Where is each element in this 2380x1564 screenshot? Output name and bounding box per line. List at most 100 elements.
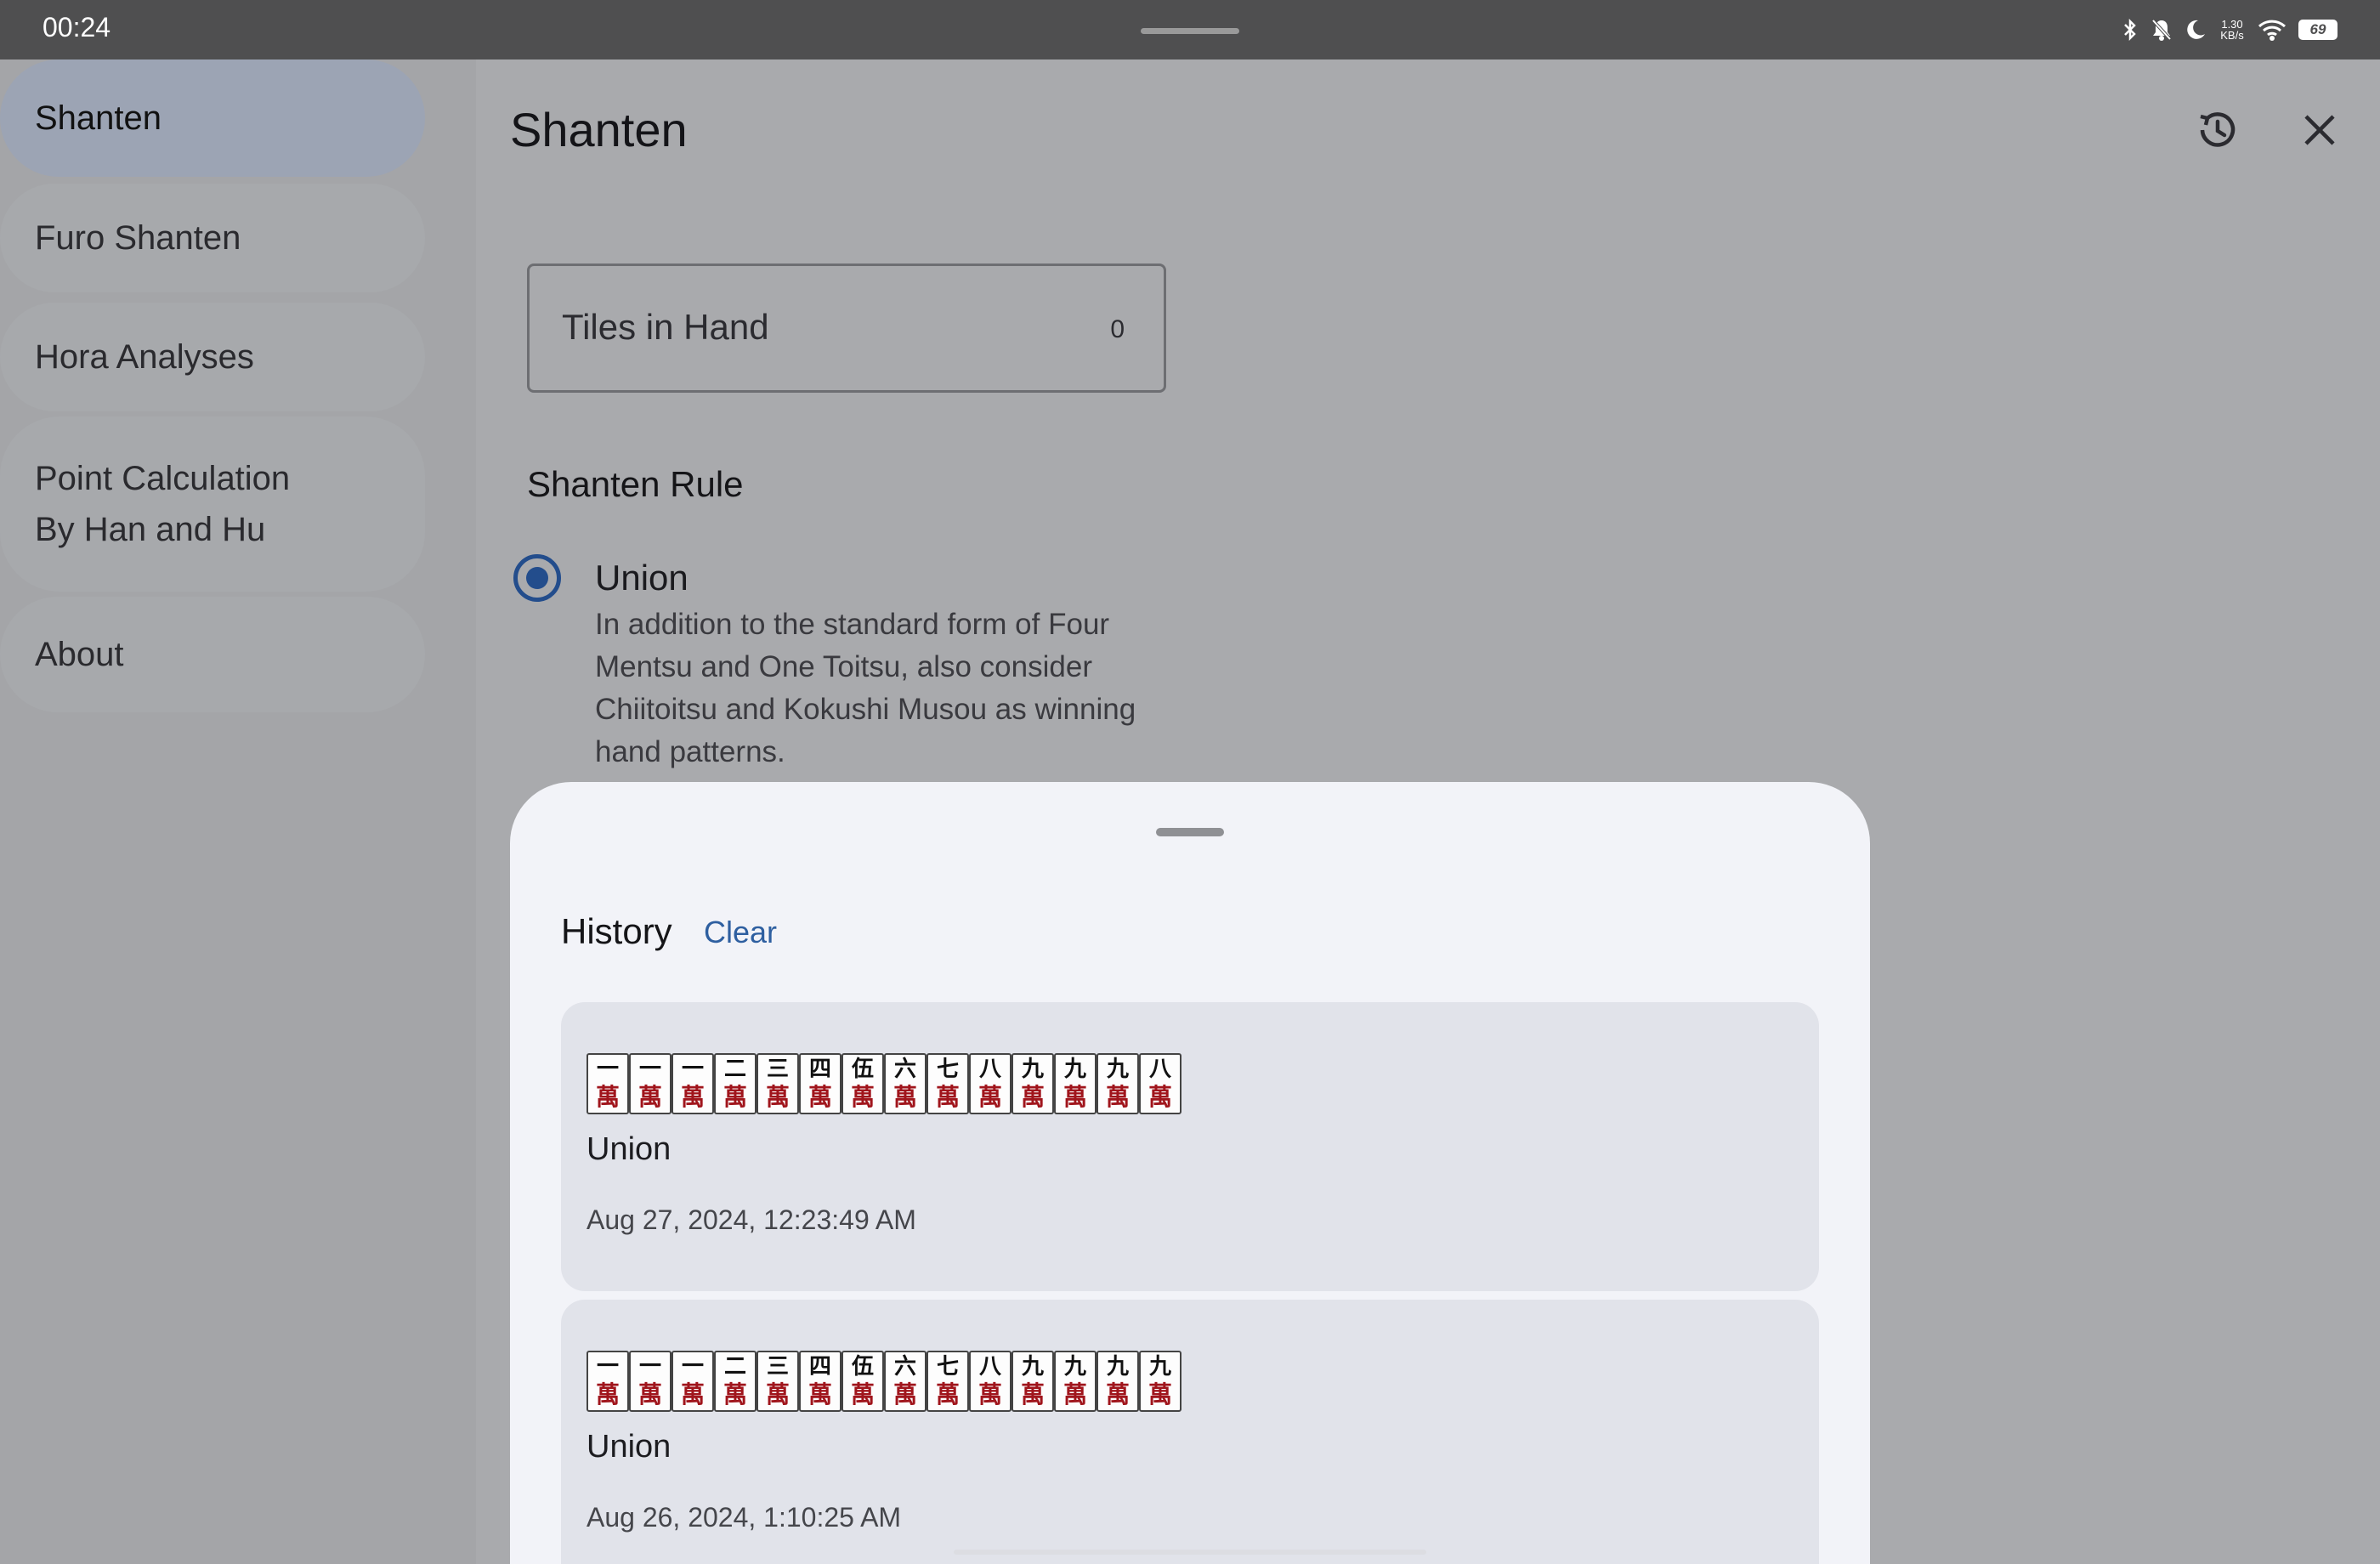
mahjong-tile: 三萬 xyxy=(756,1351,799,1412)
navigation-rail: Shanten Furo Shanten Hora Analyses Point… xyxy=(0,60,476,1564)
tile-number: 八 xyxy=(978,1057,1001,1082)
sidebar-item-furo-shanten[interactable]: Furo Shanten xyxy=(0,184,425,292)
sidebar-item-about[interactable]: About xyxy=(0,597,425,712)
tile-number: 四 xyxy=(808,1354,831,1380)
history-title: History xyxy=(561,911,672,951)
wifi-icon xyxy=(2258,18,2286,42)
tile-suit: 萬 xyxy=(680,1083,705,1111)
tile-suit: 萬 xyxy=(765,1380,790,1408)
sidebar-item-label: Furo Shanten xyxy=(35,218,241,257)
tile-number: 一 xyxy=(681,1354,704,1380)
tile-suit: 萬 xyxy=(978,1380,1002,1408)
mahjong-tile: 九萬 xyxy=(1096,1351,1139,1412)
mahjong-tile: 九萬 xyxy=(1054,1053,1096,1114)
tile-number: 三 xyxy=(766,1057,789,1082)
tile-number: 六 xyxy=(893,1354,916,1380)
tile-suit: 萬 xyxy=(1105,1380,1130,1408)
tile-number: 七 xyxy=(936,1354,959,1380)
tile-number: 四 xyxy=(808,1057,831,1082)
history-entry-date: Aug 26, 2024, 1:10:25 AM xyxy=(586,1502,902,1533)
mahjong-tile: 八萬 xyxy=(969,1351,1012,1412)
hand-tiles: 一萬一萬一萬二萬三萬四萬伍萬六萬七萬八萬九萬九萬九萬八萬 xyxy=(586,1053,1182,1114)
tile-number: 九 xyxy=(1063,1057,1086,1082)
tile-number: 一 xyxy=(596,1057,619,1082)
history-entry-rule: Union xyxy=(586,1131,672,1167)
mahjong-tile: 一萬 xyxy=(629,1053,672,1114)
tile-suit: 萬 xyxy=(850,1083,875,1111)
status-icons: 1.30 KB/s 69 xyxy=(2122,15,2338,44)
sidebar-item-label: Hora Analyses xyxy=(35,337,254,376)
tile-suit: 萬 xyxy=(1020,1083,1045,1111)
mahjong-tile: 九萬 xyxy=(1012,1351,1054,1412)
mahjong-tile: 四萬 xyxy=(799,1053,842,1114)
tile-number: 九 xyxy=(1106,1354,1129,1380)
mahjong-tile: 一萬 xyxy=(672,1351,714,1412)
mute-icon xyxy=(2150,18,2173,42)
history-icon xyxy=(2194,106,2241,158)
close-button[interactable] xyxy=(2290,102,2349,162)
gesture-bar xyxy=(954,1550,1426,1555)
tiles-in-hand-field[interactable]: Tiles in Hand 0 xyxy=(527,264,1166,393)
sidebar-item-hora-analyses[interactable]: Hora Analyses xyxy=(0,303,425,411)
tile-suit: 萬 xyxy=(808,1083,832,1111)
mahjong-tile: 八萬 xyxy=(969,1053,1012,1114)
mahjong-tile: 七萬 xyxy=(926,1351,969,1412)
tile-suit: 萬 xyxy=(1062,1083,1087,1111)
mahjong-tile: 八萬 xyxy=(1139,1053,1182,1114)
tile-suit: 萬 xyxy=(1148,1380,1172,1408)
mahjong-tile: 四萬 xyxy=(799,1351,842,1412)
tile-suit: 萬 xyxy=(1105,1083,1130,1111)
history-entry[interactable]: 一萬一萬一萬二萬三萬四萬伍萬六萬七萬八萬九萬九萬九萬八萬 Union Aug 2… xyxy=(561,1002,1819,1291)
tile-suit: 萬 xyxy=(978,1083,1002,1111)
tile-number: 九 xyxy=(1021,1057,1044,1082)
mahjong-tile: 九萬 xyxy=(1012,1053,1054,1114)
history-entry-date: Aug 27, 2024, 12:23:49 AM xyxy=(586,1204,916,1235)
tile-number: 一 xyxy=(638,1057,661,1082)
tile-suit: 萬 xyxy=(638,1380,662,1408)
mahjong-tile: 六萬 xyxy=(884,1053,926,1114)
sidebar-item-label-line1: Point Calculation xyxy=(35,460,291,497)
tile-number: 九 xyxy=(1021,1354,1044,1380)
tile-number: 九 xyxy=(1063,1354,1086,1380)
mahjong-tile: 七萬 xyxy=(926,1053,969,1114)
mahjong-tile: 六萬 xyxy=(884,1351,926,1412)
clear-history-button[interactable]: Clear xyxy=(704,915,777,950)
tile-suit: 萬 xyxy=(935,1083,960,1111)
net-speed-unit: KB/s xyxy=(2220,29,2244,42)
mahjong-tile: 九萬 xyxy=(1139,1351,1182,1412)
tile-suit: 萬 xyxy=(892,1083,917,1111)
tile-suit: 萬 xyxy=(638,1083,662,1111)
tile-number: 一 xyxy=(681,1057,704,1082)
union-radio-label[interactable]: Union xyxy=(595,558,688,598)
sidebar-item-point-calculation[interactable]: Point Calculation By Han and Hu xyxy=(0,416,425,592)
tile-number: 九 xyxy=(1106,1057,1129,1082)
history-entry[interactable]: 一萬一萬一萬二萬三萬四萬伍萬六萬七萬八萬九萬九萬九萬九萬 Union Aug 2… xyxy=(561,1300,1819,1564)
history-entry-rule: Union xyxy=(586,1429,672,1465)
union-radio[interactable] xyxy=(513,554,561,602)
tile-suit: 萬 xyxy=(722,1083,747,1111)
tile-suit: 萬 xyxy=(1062,1380,1087,1408)
history-button[interactable] xyxy=(2188,102,2247,162)
tile-number: 一 xyxy=(596,1354,619,1380)
mahjong-tile: 三萬 xyxy=(756,1053,799,1114)
sidebar-item-label: Shanten xyxy=(35,99,162,137)
radio-selected-dot xyxy=(526,567,548,589)
sheet-drag-handle[interactable] xyxy=(1156,828,1224,836)
tile-number: 二 xyxy=(723,1354,746,1380)
tile-number: 七 xyxy=(936,1057,959,1082)
tile-number: 八 xyxy=(978,1354,1001,1380)
tile-number: 一 xyxy=(638,1354,661,1380)
tile-suit: 萬 xyxy=(595,1083,620,1111)
union-radio-description: In addition to the standard form of Four… xyxy=(595,608,1136,768)
mahjong-tile: 九萬 xyxy=(1096,1053,1139,1114)
status-time: 00:24 xyxy=(42,12,111,42)
mahjong-tile: 九萬 xyxy=(1054,1351,1096,1412)
status-bar: 00:24 1.30 KB/s 69 xyxy=(0,0,2380,60)
close-icon xyxy=(2301,111,2338,153)
tile-number: 八 xyxy=(1148,1057,1171,1082)
mahjong-tile: 一萬 xyxy=(586,1053,629,1114)
mahjong-tile: 二萬 xyxy=(714,1351,756,1412)
mahjong-tile: 伍萬 xyxy=(842,1351,884,1412)
sidebar-item-shanten[interactable]: Shanten xyxy=(0,60,425,177)
window-handle[interactable] xyxy=(1141,28,1239,34)
